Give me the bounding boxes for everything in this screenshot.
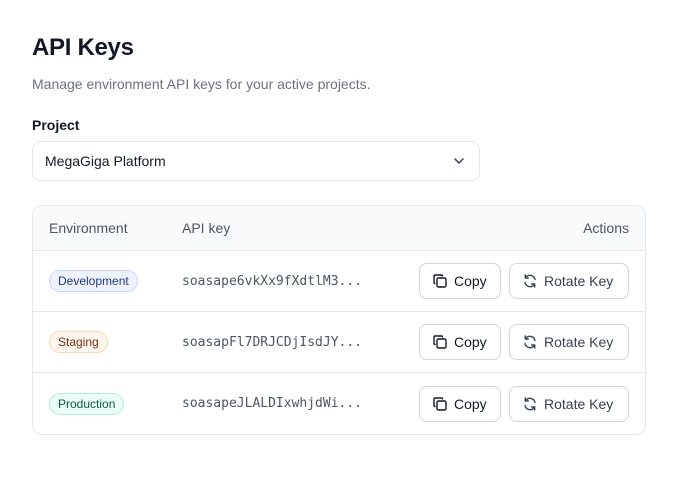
table-row: Production soasapeJLALDIxwhjdWi... Copy … (33, 373, 645, 434)
column-header-environment: Environment (49, 220, 128, 236)
copy-button-label: Copy (454, 334, 487, 350)
rotate-key-button[interactable]: Rotate Key (509, 263, 629, 299)
column-header-api-key: API key (182, 220, 231, 236)
copy-button-label: Copy (454, 395, 487, 412)
rotate-key-button-label: Rotate Key (544, 395, 614, 412)
api-keys-page: API Keys Manage environment API keys for… (32, 34, 646, 435)
environment-badge-development: Development (49, 270, 138, 292)
copy-icon (432, 334, 448, 350)
rotate-key-button-label: Rotate Key (544, 334, 614, 350)
project-select-value: MegaGiga Platform (45, 153, 166, 169)
copy-button[interactable]: Copy (419, 263, 501, 299)
column-header-actions: Actions (583, 220, 629, 236)
table-row: Staging soasapFl7DRJCDjIsdJY... Copy Rot… (33, 312, 645, 373)
environment-badge-production: Production (49, 392, 125, 415)
project-label: Project (32, 117, 80, 133)
copy-icon (432, 396, 448, 412)
table-row: Development soasape6vkXx9fXdtlM3... Copy… (33, 251, 645, 312)
copy-button[interactable]: Copy (419, 385, 501, 422)
rotate-key-button[interactable]: Rotate Key (509, 324, 629, 360)
rotate-key-button[interactable]: Rotate Key (509, 385, 629, 422)
copy-button-label: Copy (454, 273, 487, 289)
project-select[interactable]: MegaGiga Platform (32, 141, 480, 181)
api-key-value: soasapFl7DRJCDjIsdJY... (182, 334, 363, 350)
refresh-icon (522, 396, 538, 412)
api-keys-table: Environment API key Actions Development … (32, 205, 646, 435)
api-key-value: soasape6vkXx9fXdtlM3... (182, 273, 363, 289)
api-key-value: soasapeJLALDIxwhjdWi... (182, 396, 363, 411)
copy-icon (432, 273, 448, 289)
environment-badge-staging: Staging (49, 331, 108, 353)
chevron-down-icon (451, 153, 467, 169)
copy-button[interactable]: Copy (419, 324, 501, 360)
refresh-icon (522, 334, 538, 350)
table-header: Environment API key Actions (33, 206, 645, 251)
refresh-icon (522, 273, 538, 289)
rotate-key-button-label: Rotate Key (544, 273, 614, 289)
page-subtitle: Manage environment API keys for your act… (32, 76, 371, 92)
page-title: API Keys (32, 34, 134, 61)
